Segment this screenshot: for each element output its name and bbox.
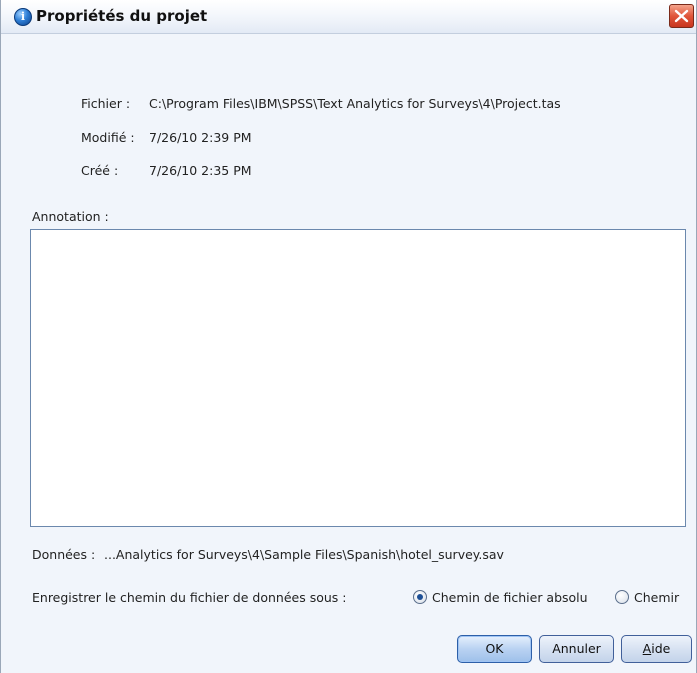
data-label: Données : — [32, 547, 96, 562]
absolute-path-radio[interactable] — [413, 590, 427, 604]
annotation-textarea[interactable] — [30, 229, 686, 527]
file-label: Fichier : — [81, 96, 131, 111]
project-properties-dialog: i Propriétés du projet Fichier : C:\Prog… — [0, 0, 697, 673]
dialog-title: Propriétés du projet — [36, 7, 208, 25]
absolute-path-radio-label[interactable]: Chemin de fichier absolu — [432, 590, 588, 605]
close-icon — [674, 9, 689, 23]
title-bar: i Propriétés du projet — [1, 0, 696, 34]
help-label-rest: ide — [651, 641, 671, 656]
data-file-value: ...Analytics for Surveys\4\Sample Files\… — [104, 547, 504, 562]
help-mnemonic: A — [642, 641, 652, 656]
created-label: Créé : — [81, 163, 119, 178]
annotation-label: Annotation : — [32, 209, 109, 224]
close-button[interactable] — [669, 4, 694, 28]
relative-path-radio[interactable] — [615, 590, 629, 604]
help-button[interactable]: Aide — [621, 635, 692, 663]
save-path-label: Enregistrer le chemin du fichier de donn… — [32, 590, 347, 605]
modified-value: 7/26/10 2:39 PM — [149, 130, 252, 145]
ok-button[interactable]: OK — [457, 635, 532, 663]
modified-label: Modifié : — [81, 130, 135, 145]
file-path-value: C:\Program Files\IBM\SPSS\Text Analytics… — [149, 96, 561, 111]
relative-path-radio-label[interactable]: Chemir — [634, 590, 694, 605]
info-project-icon: i — [14, 8, 32, 26]
created-value: 7/26/10 2:35 PM — [149, 163, 252, 178]
cancel-button[interactable]: Annuler — [539, 635, 614, 663]
